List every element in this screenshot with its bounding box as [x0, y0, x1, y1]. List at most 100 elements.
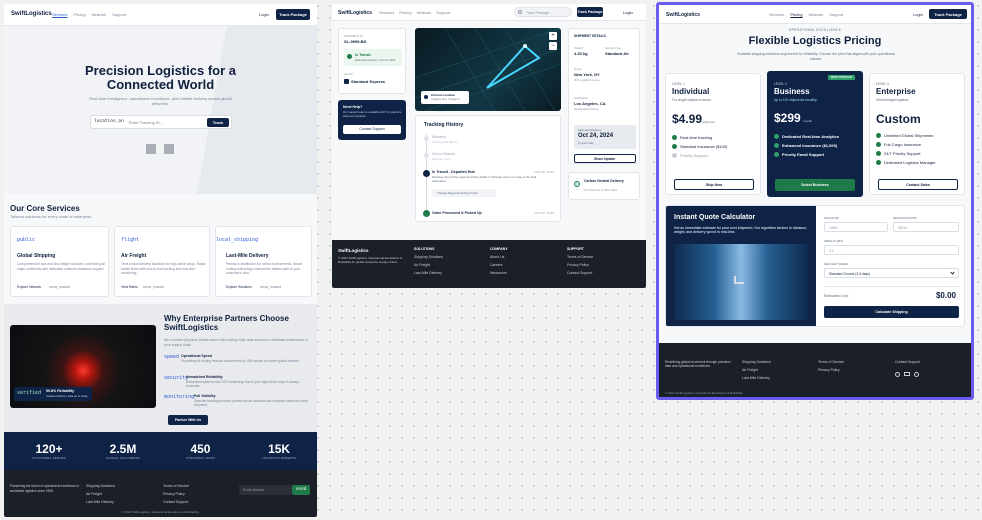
mail-icon[interactable] [904, 372, 910, 376]
login-link[interactable]: Login [913, 12, 923, 17]
hero-subtitle: Real-time intelligence, operational exce… [89, 96, 232, 106]
zoom-out-button[interactable]: − [549, 42, 557, 50]
delivery-speed-select[interactable]: Standard Ground (3-5 days) [824, 268, 959, 278]
select-business-button[interactable]: Select Business [775, 179, 855, 191]
footer-link[interactable]: About Us [490, 255, 508, 259]
origin-zip-input[interactable]: 10001 [824, 222, 888, 232]
login-link[interactable]: Login [623, 10, 633, 15]
footer-link[interactable]: Air Freight [742, 368, 771, 372]
feature-title: Operational Speed [181, 354, 212, 358]
track-package-button[interactable]: Track Package [276, 9, 310, 20]
service-card-air[interactable]: flight Air Freight Time-critical deliver… [114, 226, 210, 297]
footer-link[interactable]: Terms of Service [163, 484, 189, 488]
footer-about: Pioneering the future of operational exc… [10, 484, 80, 493]
service-link[interactable]: Explore Network [17, 285, 41, 289]
share-icon[interactable] [914, 372, 919, 377]
nav-support[interactable]: Support [436, 10, 450, 15]
footer-link[interactable]: Careers [490, 263, 508, 267]
pricing-title: Flexible Logistics Pricing [748, 35, 882, 47]
plan-card-business: MOST POPULAR LEVEL 2 Business Up to 100 … [767, 71, 863, 197]
nav-network[interactable]: Network [417, 10, 432, 15]
footer-link[interactable]: Terms of Service [818, 360, 844, 364]
flight-icon: flight [121, 237, 140, 243]
service-card-last-mile[interactable]: local_shipping Last-Mile Delivery Precis… [215, 226, 312, 297]
calculator-panel: Instant Quote Calculator Get an immediat… [666, 206, 816, 326]
footer-col-title: SUPPORT [567, 247, 584, 251]
nav-network[interactable]: Network [809, 12, 824, 17]
plan-price: $299 [774, 111, 801, 125]
history-desc: Expected soon [432, 157, 451, 161]
login-link[interactable]: Login [259, 12, 269, 17]
footer-link[interactable]: Last-Mile Delivery [742, 376, 771, 380]
footer-link[interactable]: Shipping Solutions [742, 360, 771, 364]
hero-search-bar: location_on Enter Tracking ID... Track [90, 115, 232, 129]
track-search-input[interactable]: Track Package... [514, 7, 572, 17]
plan-unit: /shipment [702, 120, 716, 124]
speed-label: DELIVERY SPEED [824, 262, 848, 266]
plan-feature: Real-time tracking [672, 135, 727, 140]
truck-icon: local_shipping [216, 237, 259, 243]
status-title: In Transit [355, 53, 371, 57]
nav-support[interactable]: Support [829, 12, 843, 17]
plan-level: LEVEL 1 [672, 82, 685, 86]
footer-link[interactable]: Contact Support [895, 360, 920, 364]
nav-pricing[interactable]: Pricing [73, 12, 85, 17]
footer-link[interactable]: Privacy Policy [818, 368, 844, 372]
footer-link[interactable]: Shipping Solutions [86, 484, 115, 488]
footer-link[interactable]: Newsroom [490, 271, 508, 275]
footer-link[interactable]: Privacy Policy [567, 263, 593, 267]
tracking-input[interactable]: Enter Tracking ID... [129, 120, 163, 125]
partner-button[interactable]: Partner With Us [168, 415, 208, 425]
help-text: Our support team is available 24/7 for r… [343, 110, 402, 118]
nav-pricing[interactable]: Pricing [790, 12, 802, 17]
contact-sales-button[interactable]: Contact Sales [878, 179, 958, 190]
tracking-history-card: Tracking History Delivered Pending final… [415, 115, 561, 222]
footer-link[interactable]: Contact Support [567, 271, 593, 275]
footer-link[interactable]: Contact Support [163, 500, 189, 504]
calculate-shipping-button[interactable]: Calculate Shipping [824, 306, 959, 318]
brand-logo[interactable]: SwiftLogistics [338, 10, 372, 16]
track-package-button[interactable]: Track Package [929, 9, 967, 19]
feature-desc: Granular tracking provides precise arriv… [194, 399, 308, 407]
ship-now-button[interactable]: Ship Now [674, 179, 754, 190]
footer-link[interactable]: Air Freight [86, 492, 115, 496]
shipment-details-card: SHIPMENT DETAILS Weight 4.25 kg Service … [568, 28, 640, 164]
weight-input[interactable]: 0.0 [824, 245, 959, 255]
nav-network[interactable]: Network [92, 12, 107, 17]
footer-link[interactable]: Privacy Policy [163, 492, 189, 496]
in-transit-icon [347, 54, 352, 59]
footer-link[interactable]: Air Freight [414, 263, 443, 267]
timeline-dot-active [423, 170, 430, 177]
footer-link[interactable]: Shipping Solutions [414, 255, 443, 259]
service-link[interactable]: View Rates [121, 285, 138, 289]
hero-title: Precision Logistics for a Connected Worl… [85, 63, 236, 92]
nav-support[interactable]: Support [112, 12, 126, 17]
stat-number: 15K [268, 442, 291, 456]
calc-title: Instant Quote Calculator [674, 214, 756, 221]
check-icon [774, 134, 779, 139]
weight-label: Weight [574, 46, 583, 50]
destination-zip-input[interactable]: 90210 [893, 222, 959, 232]
newsletter-input[interactable]: Email Address [239, 485, 292, 495]
nav-pricing[interactable]: Pricing [399, 10, 411, 15]
share-update-button[interactable]: Share Update [574, 154, 636, 163]
contact-support-button[interactable]: Contact Support [343, 125, 401, 134]
nav-services[interactable]: Services [769, 12, 784, 17]
footer-link[interactable]: Last-Mile Delivery [86, 500, 115, 504]
nav-services[interactable]: Services [52, 12, 67, 17]
footer-col-title: SOLUTIONS [414, 247, 435, 251]
track-package-button[interactable]: Track Package [577, 7, 603, 17]
footer-link[interactable]: Last-Mile Delivery [414, 271, 443, 275]
share-label: Share Update [594, 157, 616, 161]
send-icon[interactable]: send [292, 485, 310, 495]
nav-services[interactable]: Services [379, 10, 394, 15]
footer-link[interactable]: Terms of Service [567, 255, 593, 259]
service-card-global[interactable]: public Global Shipping Comprehensive sea… [10, 226, 109, 297]
brand-logo[interactable]: SwiftLogistics [11, 11, 52, 17]
tracking-map[interactable]: + − Current Location Logistics Hub, Chic… [415, 28, 561, 111]
globe-icon[interactable] [895, 372, 900, 377]
hero-track-button[interactable]: Track [207, 118, 229, 127]
service-link[interactable]: Explore Solutions [226, 285, 252, 289]
brand-logo[interactable]: SwiftLogistics [666, 12, 700, 18]
zoom-in-button[interactable]: + [549, 32, 557, 40]
